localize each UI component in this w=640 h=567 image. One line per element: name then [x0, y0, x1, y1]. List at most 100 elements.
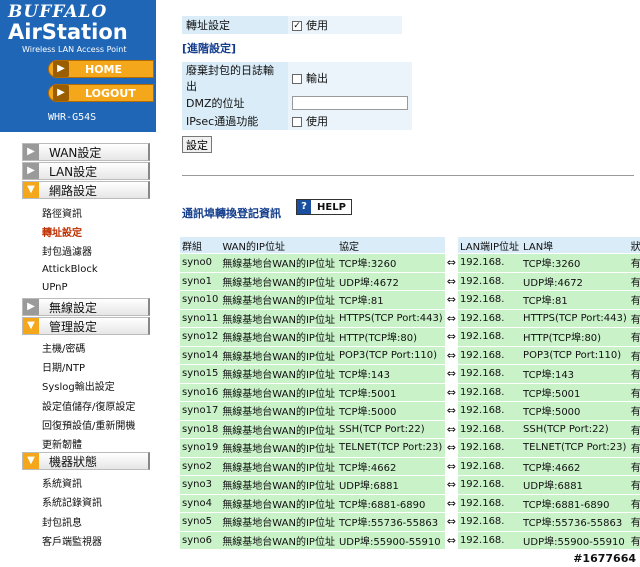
- table-row: syno19 無線基地台WAN的IP位址 TELNET(TCP Port:23) ⇔ 1…: [180, 439, 640, 457]
- forward-checkbox[interactable]: ✓: [292, 21, 302, 31]
- lan-ip-cell: 192.168.: [457, 476, 522, 494]
- protocol-cell: SSH(TCP Port:22): [336, 420, 445, 438]
- arrow-down-icon: ▼: [23, 318, 39, 334]
- group-cell: syno15: [180, 365, 221, 383]
- wan-ip-cell: 無線基地台WAN的IP位址: [220, 476, 337, 494]
- home-button[interactable]: ▶ HOME: [48, 60, 154, 78]
- status-cell: 有效: [628, 457, 640, 475]
- lan-port-cell: UDP埠:55900-55910: [521, 531, 629, 549]
- menu-link-save-restore[interactable]: 設定值儲存/復原設定: [42, 398, 135, 413]
- menu-link-syslog[interactable]: Syslog輸出設定: [42, 378, 115, 393]
- group-cell: syno17: [180, 402, 221, 420]
- status-cell: 有效: [628, 476, 640, 494]
- status-cell: 有效: [628, 513, 640, 531]
- menu-link-port-forward[interactable]: 轉址設定: [42, 224, 82, 239]
- group-cell: syno11: [180, 309, 221, 327]
- brand-header: BUFFALO AirStation Wireless LAN Access P…: [0, 0, 156, 132]
- lan-ip-cell: 192.168.: [457, 365, 522, 383]
- arrow-icon: ⇔: [444, 439, 458, 457]
- arrow-icon: ⇔: [444, 457, 458, 475]
- wan-ip-cell: 無線基地台WAN的IP位址: [220, 494, 337, 512]
- menu-link-client-monitor[interactable]: 客戶端監視器: [42, 533, 102, 548]
- group-cell: syno2: [180, 457, 221, 475]
- status-cell: 有效: [628, 272, 640, 290]
- menu-link-firmware[interactable]: 更新韌體: [42, 436, 82, 451]
- arrow-icon: ⇔: [444, 365, 458, 383]
- group-cell: syno10: [180, 291, 221, 309]
- main-content: 轉址設定 ✓ 使用 [進階設定] 廢棄封包的日誌輸出 輸出 DMZ的位址 IPse…: [160, 0, 640, 567]
- menu-link-upnp[interactable]: UPnP: [42, 282, 68, 293]
- status-cell: 有效: [628, 439, 640, 457]
- group-cell: syno14: [180, 346, 221, 364]
- lan-ip-cell: 192.168.: [457, 402, 522, 420]
- protocol-cell: TCP埠:3260: [336, 254, 445, 272]
- lan-port-cell: TCP埠:5000: [521, 402, 629, 420]
- arrow-icon: ⇔: [444, 346, 458, 364]
- header-protocol: 協定: [336, 237, 445, 253]
- lan-port-cell: TCP埠:143: [521, 365, 629, 383]
- group-cell: syno16: [180, 383, 221, 401]
- table-header-row: 群組 WAN的IP位址 協定 LAN端IP位址 LAN埠 狀態: [180, 237, 640, 253]
- header-lan-ip: LAN端IP位址: [457, 237, 522, 253]
- status-cell: 有效: [628, 531, 640, 549]
- question-icon: ?: [297, 200, 311, 214]
- table-row: syno18 無線基地台WAN的IP位址 SSH(TCP Port:22) ⇔ 192.…: [180, 420, 640, 438]
- menu-link-packet-filter[interactable]: 封包過濾器: [42, 243, 92, 258]
- menu-link-factory-reboot[interactable]: 回復預設值/重新開機: [42, 417, 135, 432]
- group-cell: syno18: [180, 420, 221, 438]
- arrow-icon: ⇔: [444, 476, 458, 494]
- forward-label: 轉址設定: [182, 16, 288, 34]
- arrow-icon: ⇔: [444, 254, 458, 272]
- drop-log-checkbox[interactable]: [292, 74, 302, 84]
- logout-button[interactable]: ▶ LOGOUT: [48, 84, 154, 102]
- set-button[interactable]: 設定: [182, 136, 212, 153]
- menu-link-date-ntp[interactable]: 日期/NTP: [42, 359, 85, 374]
- lan-ip-cell: 192.168.: [457, 494, 522, 512]
- lan-ip-cell: 192.168.: [457, 420, 522, 438]
- arrow-right-icon: ▶: [23, 163, 39, 179]
- menu-wan[interactable]: ▶ WAN設定: [22, 143, 150, 161]
- drop-log-value: 輸出: [306, 72, 328, 85]
- wan-ip-cell: 無線基地台WAN的IP位址: [220, 272, 337, 290]
- arrow-icon: ⇔: [444, 291, 458, 309]
- ipsec-checkbox[interactable]: [292, 117, 302, 127]
- table-row: syno1 無線基地台WAN的IP位址 UDP埠:4672 ⇔ 192.168. UDP埠…: [180, 272, 640, 290]
- group-cell: syno0: [180, 254, 221, 272]
- lan-port-cell: HTTP(TCP埠:80): [521, 328, 629, 346]
- status-cell: 有效: [628, 346, 640, 364]
- header-wan-ip: WAN的IP位址: [220, 237, 337, 253]
- wan-ip-cell: 無線基地台WAN的IP位址: [220, 328, 337, 346]
- group-cell: syno19: [180, 439, 221, 457]
- help-button[interactable]: ? HELP: [296, 199, 352, 215]
- menu-link-packet-info[interactable]: 封包訊息: [42, 514, 82, 529]
- lan-port-cell: HTTPS(TCP Port:443): [521, 309, 629, 327]
- wan-ip-cell: 無線基地台WAN的IP位址: [220, 531, 337, 549]
- menu-admin[interactable]: ▼ 管理設定: [22, 317, 150, 335]
- lan-port-cell: TCP埠:6881-6890: [521, 494, 629, 512]
- lan-port-cell: TELNET(TCP Port:23): [521, 439, 629, 457]
- lan-ip-cell: 192.168.: [457, 439, 522, 457]
- menu-lan[interactable]: ▶ LAN設定: [22, 162, 150, 180]
- header-lan-port: LAN埠: [521, 237, 629, 253]
- status-cell: 有效: [628, 309, 640, 327]
- protocol-cell: TCP埠:143: [336, 365, 445, 383]
- lan-ip-cell: 192.168.: [457, 254, 522, 272]
- menu-link-host-password[interactable]: 主機/密碼: [42, 340, 85, 355]
- dmz-input[interactable]: [292, 95, 408, 110]
- advanced-settings: 廢棄封包的日誌輸出 輸出 DMZ的位址 IPsec通過功能 使用: [182, 62, 412, 130]
- lan-ip-cell: 192.168.: [457, 272, 522, 290]
- menu-wireless[interactable]: ▶ 無線設定: [22, 298, 150, 316]
- registry-title: 通訊埠轉換登記資訊: [182, 207, 281, 220]
- menu-link-system-log[interactable]: 系統記錄資訊: [42, 494, 102, 509]
- wan-ip-cell: 無線基地台WAN的IP位址: [220, 254, 337, 272]
- lan-ip-cell: 192.168.: [457, 291, 522, 309]
- drop-log-label: 廢棄封包的日誌輸出: [182, 62, 288, 94]
- menu-link-attickblock[interactable]: AttickBlock: [42, 264, 98, 275]
- sidebar: BUFFALO AirStation Wireless LAN Access P…: [0, 0, 156, 567]
- lan-port-cell: TCP埠:81: [521, 291, 629, 309]
- menu-link-route-info[interactable]: 路徑資訊: [42, 205, 82, 220]
- menu-link-system-info[interactable]: 系統資訊: [42, 475, 82, 490]
- brand-tagline: Wireless LAN Access Point: [22, 45, 127, 54]
- menu-status[interactable]: ▼ 機器狀態: [22, 452, 150, 470]
- menu-network[interactable]: ▼ 網路設定: [22, 181, 150, 199]
